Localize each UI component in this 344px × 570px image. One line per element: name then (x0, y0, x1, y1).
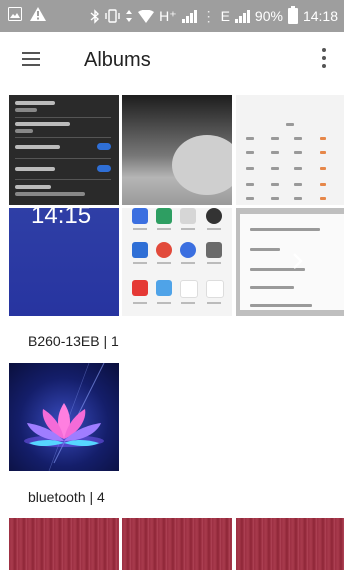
wifi-icon (138, 9, 155, 23)
photo-thumbnail[interactable]: 14:15 (9, 208, 119, 316)
photo-thumbnail[interactable] (9, 518, 119, 570)
network-type-label: H⁺ (159, 8, 177, 24)
photo-thumbnail[interactable] (122, 518, 232, 570)
menu-icon[interactable] (22, 52, 40, 66)
status-bar: H⁺ ⋮ E 90% 14:18 (0, 0, 344, 32)
data-transfer-icon (126, 10, 133, 22)
photo-thumbnail[interactable] (122, 208, 232, 316)
photo-thumbnail[interactable] (236, 518, 344, 570)
signal-strength-icon-2 (234, 9, 250, 23)
separator: ⋮ (201, 8, 216, 24)
photo-thumbnail[interactable] (9, 95, 119, 205)
photo-thumbnail[interactable] (236, 95, 344, 205)
warning-icon (30, 7, 46, 21)
page-title: Albums (84, 49, 151, 71)
photo-thumbnail[interactable] (236, 208, 344, 316)
battery-icon (287, 6, 298, 24)
photo-thumbnail[interactable] (122, 95, 232, 205)
lotus-image (24, 363, 105, 471)
network-type-label-2: E (220, 8, 230, 24)
chevron-right-icon[interactable] (286, 250, 308, 272)
battery-percentage: 90% (254, 8, 283, 24)
app-bar: Albums (0, 32, 344, 88)
lockscreen-time-text: 14:15 (31, 208, 92, 229)
vibrate-icon (105, 9, 120, 23)
signal-strength-icon (181, 9, 197, 23)
photo-thumbnail[interactable] (9, 363, 119, 471)
clock: 14:18 (302, 8, 338, 24)
bluetooth-icon (90, 8, 100, 24)
album-title[interactable]: B260-13EB | 1 (28, 333, 119, 349)
album-title[interactable]: bluetooth | 4 (28, 489, 105, 505)
gallery-notification-icon (8, 7, 22, 21)
more-options-icon[interactable] (320, 48, 328, 72)
